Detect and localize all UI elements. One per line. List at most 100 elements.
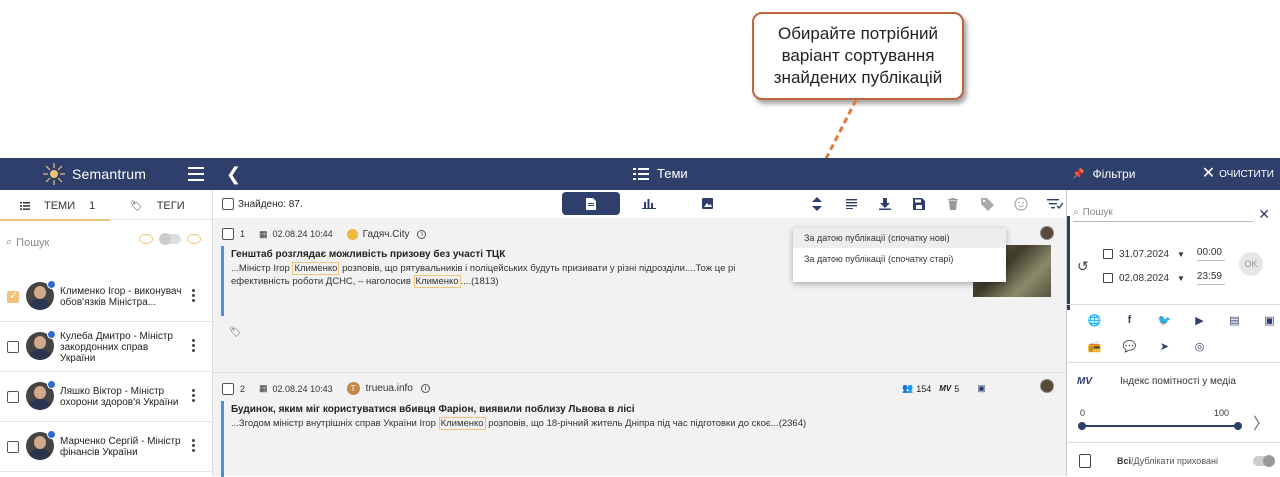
close-icon[interactable]: ✕: [1258, 206, 1270, 223]
instagram-icon[interactable]: ◎: [1182, 338, 1217, 354]
person-checkbox[interactable]: [7, 441, 19, 453]
author-avatar[interactable]: [1040, 379, 1054, 393]
mv-icon: MV: [939, 384, 952, 393]
person-checkbox[interactable]: [7, 391, 19, 403]
clear-filters-button[interactable]: ✕ ОЧИСТИТИ: [1201, 165, 1274, 182]
publication-checkbox[interactable]: [222, 228, 234, 240]
left-search[interactable]: ⌕ Пошук: [6, 233, 206, 249]
filters-search-input[interactable]: Пошук: [1083, 207, 1113, 218]
save-icon[interactable]: [902, 196, 936, 212]
video-icon[interactable]: ▣: [1252, 312, 1280, 328]
left-panel: ТЕМИ 1 🏷 ТЕГИ ⌕ Пошук Клименко Ігор - ви…: [0, 190, 213, 476]
author-avatar[interactable]: [1040, 226, 1054, 240]
eye-icon[interactable]: [187, 234, 201, 244]
close-icon: ✕: [1201, 165, 1216, 182]
tag-icon[interactable]: 🏷: [229, 327, 242, 338]
twitter-icon[interactable]: 🐦: [1147, 312, 1182, 328]
list-item[interactable]: Ляшко Віктор - Міністр охорони здоров'я …: [0, 372, 212, 422]
history-icon[interactable]: ↺: [1077, 258, 1089, 275]
person-checkbox[interactable]: [7, 289, 19, 303]
duplicates-all-label: Всі: [1117, 456, 1132, 466]
source-name[interactable]: Гадяч.City: [363, 229, 410, 240]
publication-title[interactable]: Будинок, яким міг користуватися вбивця Ф…: [231, 404, 634, 415]
callout-line-3: знайдених публікацій: [773, 68, 943, 87]
news-icon[interactable]: ▤: [1217, 312, 1252, 328]
publication-checkbox[interactable]: [222, 382, 234, 395]
publication-stats: 👥 154 MV 5 ▣: [902, 383, 986, 394]
verified-icon: [47, 330, 56, 339]
ok-button[interactable]: OK: [1239, 252, 1263, 276]
back-chevron-icon[interactable]: ❮: [226, 164, 241, 185]
sort-icon[interactable]: [800, 196, 834, 212]
more-icon[interactable]: [192, 439, 196, 452]
filters-search[interactable]: ⌕ Пошук: [1073, 207, 1253, 222]
publication-snippet: ...Згодом міністр внутрішніх справ Украї…: [231, 417, 807, 430]
duplicates-toggle[interactable]: [1253, 455, 1275, 467]
select-all-checkbox[interactable]: [222, 198, 234, 210]
facebook-icon[interactable]: f: [1112, 312, 1147, 328]
slider-max-handle[interactable]: [1234, 422, 1242, 430]
date-section-indicator: [1067, 216, 1070, 310]
sort-option-newest[interactable]: За датою публікації (спочатку нові): [793, 228, 1006, 248]
tab-topics[interactable]: ТЕМИ 1: [20, 200, 95, 212]
publication-card[interactable]: 2 ▦ 02.08.24 10:43 T trueua.info i 👥 154…: [213, 372, 1066, 477]
source-name[interactable]: trueua.info: [366, 383, 413, 394]
time-from[interactable]: 00:00: [1196, 247, 1225, 261]
list-item[interactable]: Клименко Ігор - виконувач обов'язків Мін…: [0, 272, 212, 322]
images-view-button[interactable]: [678, 192, 736, 215]
mv-slider[interactable]: [1078, 422, 1242, 430]
semantrum-logo-icon: [43, 163, 65, 185]
select-all[interactable]: Знайдено: 87.: [222, 198, 303, 210]
chevron-down-icon[interactable]: ▼: [1177, 274, 1185, 283]
delete-icon[interactable]: [936, 196, 970, 212]
calendar-icon: [1103, 273, 1113, 283]
chevron-right-icon[interactable]: 〉: [1253, 410, 1269, 434]
time-to[interactable]: 23:59: [1196, 271, 1225, 285]
pin-icon[interactable]: 📌: [1072, 169, 1084, 180]
sort-option-oldest[interactable]: За датою публікації (спочатку старі): [793, 249, 1006, 269]
web-icon[interactable]: 🌐: [1077, 312, 1112, 328]
download-icon[interactable]: [868, 196, 902, 212]
date-from-row: 31.07.2024 ▼ 00:00: [1103, 247, 1225, 261]
date-to[interactable]: 02.08.2024: [1119, 273, 1177, 284]
more-icon[interactable]: [192, 289, 196, 302]
more-icon[interactable]: [192, 339, 196, 352]
youtube-icon[interactable]: ▶: [1182, 312, 1217, 328]
chevron-down-icon[interactable]: ▼: [1177, 250, 1185, 259]
document-icon[interactable]: ▣: [977, 383, 986, 394]
tab-tags[interactable]: 🏷 ТЕГИ: [130, 200, 185, 212]
more-icon[interactable]: [192, 389, 196, 402]
publication-datetime: 02.08.24 10:43: [272, 383, 333, 394]
image-icon: [701, 198, 713, 209]
sentiment-icon[interactable]: [1004, 196, 1038, 212]
eye-icon[interactable]: [139, 234, 153, 244]
search-input[interactable]: Пошук: [16, 237, 49, 249]
filter-toggle[interactable]: [159, 233, 181, 245]
person-name: Ляшко Віктор - Міністр охорони здоров'я …: [60, 386, 179, 408]
publication-title[interactable]: Генштаб розглядає можливість призову без…: [231, 249, 505, 260]
list-item[interactable]: Марченко Сергій - Міністр фінансів Украї…: [0, 422, 212, 472]
menu-icon[interactable]: [188, 167, 204, 181]
publication-accent-bar: [221, 246, 224, 316]
documents-view-button[interactable]: [562, 192, 620, 215]
left-tabs: ТЕМИ 1 🏷 ТЕГИ: [0, 190, 212, 221]
tag-icon[interactable]: [970, 196, 1004, 212]
info-icon[interactable]: i: [417, 229, 427, 239]
mv-caption: Індекс помітності у медіа: [1120, 376, 1236, 387]
mv-filter: MV Індекс помітності у медіа: [1077, 376, 1236, 387]
text-view-icon[interactable]: [834, 196, 868, 212]
tag-icon: 🏷: [130, 200, 143, 212]
date-to-row: 02.08.2024 ▼ 23:59: [1103, 271, 1225, 285]
publication-header: 1 ▦ 02.08.24 10:44 Гадяч.City i: [222, 228, 427, 240]
statistics-view-button[interactable]: [620, 192, 678, 215]
radio-icon[interactable]: 📻: [1077, 338, 1112, 354]
info-icon[interactable]: i: [420, 384, 430, 393]
date-from[interactable]: 31.07.2024: [1119, 249, 1177, 260]
telegram-icon[interactable]: ➤: [1147, 338, 1182, 354]
person-checkbox[interactable]: [7, 341, 19, 353]
forum-icon[interactable]: 💬: [1112, 338, 1147, 354]
tab-tags-label: ТЕГИ: [156, 200, 185, 212]
slider-min-handle[interactable]: [1078, 422, 1086, 430]
list-item[interactable]: Кулеба Дмитро - Міністр закордонних спра…: [0, 322, 212, 372]
top-bar: Semantrum ❮ Теми 📌 Фільтри ✕ ОЧИСТИТИ: [0, 158, 1280, 190]
